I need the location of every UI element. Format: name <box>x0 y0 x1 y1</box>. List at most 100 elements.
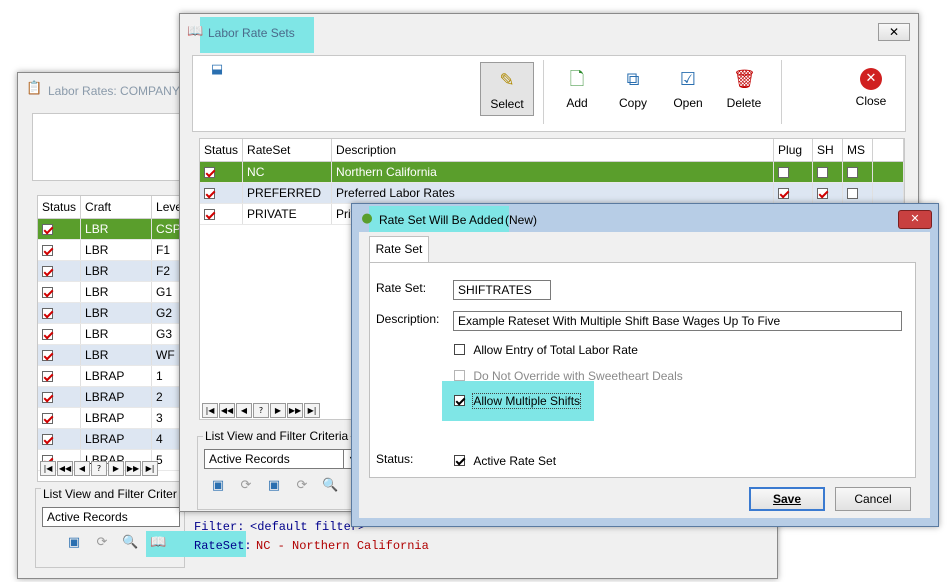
table-row[interactable]: NC Northern California <box>200 161 904 183</box>
select-button[interactable]: ✎ Select <box>480 62 534 116</box>
search-icon[interactable]: 🔍 <box>122 535 138 551</box>
description-label: Description: <box>376 312 440 326</box>
filter-group-label: List View and Filter Criter <box>41 487 179 501</box>
refresh-icon[interactable]: ⟳ <box>238 478 254 494</box>
status-checkbox[interactable] <box>42 434 53 446</box>
status-label: Status: <box>376 452 414 466</box>
status-checkbox[interactable] <box>42 329 53 341</box>
rate-set-dialog: ● Rate Set Will Be Added (New) ✕ Rate Se… <box>351 203 939 527</box>
nav-button[interactable]: ▶ <box>270 403 286 418</box>
plug-checkbox[interactable] <box>778 188 790 200</box>
list-view-icon[interactable]: ▣ <box>210 478 226 494</box>
table-row[interactable]: LBR G1 <box>38 281 183 303</box>
ms-checkbox[interactable] <box>847 188 859 200</box>
description-input[interactable]: Example Rateset With Multiple Shift Base… <box>453 311 902 331</box>
status-checkbox[interactable] <box>204 209 215 221</box>
allow-multiple-box[interactable] <box>454 395 465 407</box>
nav-button[interactable]: ? <box>91 461 107 476</box>
col-rateset[interactable]: RateSet <box>242 139 333 162</box>
filter-line-value: <default filter> <box>250 520 366 534</box>
row-craft: LBR <box>80 281 153 303</box>
col-description[interactable]: Description <box>331 139 775 162</box>
status-checkbox[interactable] <box>42 287 53 299</box>
add-icon: 🗋 <box>569 69 585 90</box>
row-craft: LBR <box>80 323 153 345</box>
ms-checkbox[interactable] <box>847 167 859 179</box>
sh-checkbox[interactable] <box>817 188 829 200</box>
delete-button[interactable]: 🗑 Delete <box>718 62 770 110</box>
nav-button[interactable]: ▶▶ <box>125 461 141 476</box>
table-row[interactable]: LBR G2 <box>38 302 183 324</box>
sh-checkbox[interactable] <box>817 167 829 179</box>
nav-button[interactable]: ▶| <box>142 461 158 476</box>
allow-multiple-checkbox[interactable]: Allow Multiple Shifts <box>454 392 582 409</box>
table-row[interactable]: LBR F2 <box>38 260 183 282</box>
nav-button[interactable]: ◀◀ <box>57 461 73 476</box>
nav-button[interactable]: |◀ <box>40 461 56 476</box>
col-plug[interactable]: Plug <box>773 139 814 162</box>
table-row[interactable]: LBR WF <box>38 344 183 366</box>
nav-button[interactable]: |◀ <box>202 403 218 418</box>
table-row[interactable]: LBR F1 <box>38 239 183 261</box>
plug-checkbox[interactable] <box>778 167 790 179</box>
status-checkbox[interactable] <box>204 167 215 179</box>
book-icon: 📖 <box>187 24 204 39</box>
row-sh <box>812 182 844 204</box>
search-icon[interactable]: 🔍 <box>322 478 338 494</box>
nav-button[interactable]: ◀◀ <box>219 403 235 418</box>
pin-icon[interactable]: ⬓ <box>209 62 225 78</box>
col-craft[interactable]: Craft <box>80 196 153 219</box>
table-row[interactable]: LBR CSP <box>38 218 183 240</box>
col-status[interactable]: Status <box>200 139 244 162</box>
open-button[interactable]: ☑ Open <box>662 62 714 110</box>
book-icon[interactable]: 📖 <box>150 535 166 551</box>
allow-total-checkbox[interactable]: Allow Entry of Total Labor Rate <box>454 342 638 357</box>
col-sh[interactable]: SH <box>812 139 844 162</box>
table-row[interactable]: LBRAP 4 <box>38 428 183 450</box>
add-button[interactable]: 🗋 Add <box>551 62 603 110</box>
refresh-2-icon[interactable]: ⟳ <box>294 478 310 494</box>
cancel-button[interactable]: Cancel <box>835 487 911 511</box>
status-checkbox[interactable] <box>204 188 215 200</box>
nav-button[interactable]: ◀ <box>236 403 252 418</box>
status-checkbox[interactable] <box>42 350 53 362</box>
table-row[interactable]: LBRAP 1 <box>38 365 183 387</box>
row-status <box>38 218 82 240</box>
filter-select[interactable]: Active Records <box>42 507 180 527</box>
nav-button[interactable]: ▶▶ <box>287 403 303 418</box>
table-row[interactable]: LBRAP 3 <box>38 407 183 429</box>
status-checkbox[interactable] <box>42 245 53 257</box>
table-row[interactable]: PREFERRED Preferred Labor Rates <box>200 182 904 204</box>
status-checkbox[interactable] <box>42 308 53 320</box>
dialog-close-button[interactable]: ✕ <box>898 210 932 229</box>
rate-set-input[interactable]: SHIFTRATES <box>453 280 551 300</box>
list-view-2-icon[interactable]: ▣ <box>266 478 282 494</box>
nav-button[interactable]: ? <box>253 403 269 418</box>
nav-button[interactable]: ▶| <box>304 403 320 418</box>
col-ms[interactable]: MS <box>842 139 874 162</box>
allow-total-box[interactable] <box>454 344 465 356</box>
copy-button[interactable]: ⧉ Copy <box>607 62 659 110</box>
dialog-title: Rate Set Will Be Added <box>379 213 504 227</box>
table-row[interactable]: LBRAP 2 <box>38 386 183 408</box>
table-row[interactable]: LBR G3 <box>38 323 183 345</box>
col-status[interactable]: Status <box>38 196 82 219</box>
status-checkbox[interactable] <box>42 371 53 383</box>
row-status <box>38 386 82 408</box>
tab-rate-set[interactable]: Rate Set <box>369 236 429 263</box>
status-checkbox[interactable] <box>42 224 53 236</box>
filter-select[interactable]: Active Records <box>204 449 344 469</box>
active-rate-set-box[interactable] <box>454 455 465 467</box>
filter-select-value: Active Records <box>47 510 128 524</box>
refresh-icon[interactable]: ⟳ <box>94 535 110 551</box>
close-button[interactable]: ✕ Close <box>845 62 897 108</box>
status-checkbox[interactable] <box>42 266 53 278</box>
nav-button[interactable]: ◀ <box>74 461 90 476</box>
close-window-button[interactable]: ✕ <box>878 23 910 41</box>
status-checkbox[interactable] <box>42 413 53 425</box>
save-button[interactable]: Save <box>749 487 825 511</box>
active-rate-set-checkbox[interactable]: Active Rate Set <box>454 453 556 468</box>
list-view-icon[interactable]: ▣ <box>66 535 82 551</box>
status-checkbox[interactable] <box>42 392 53 404</box>
nav-button[interactable]: ▶ <box>108 461 124 476</box>
